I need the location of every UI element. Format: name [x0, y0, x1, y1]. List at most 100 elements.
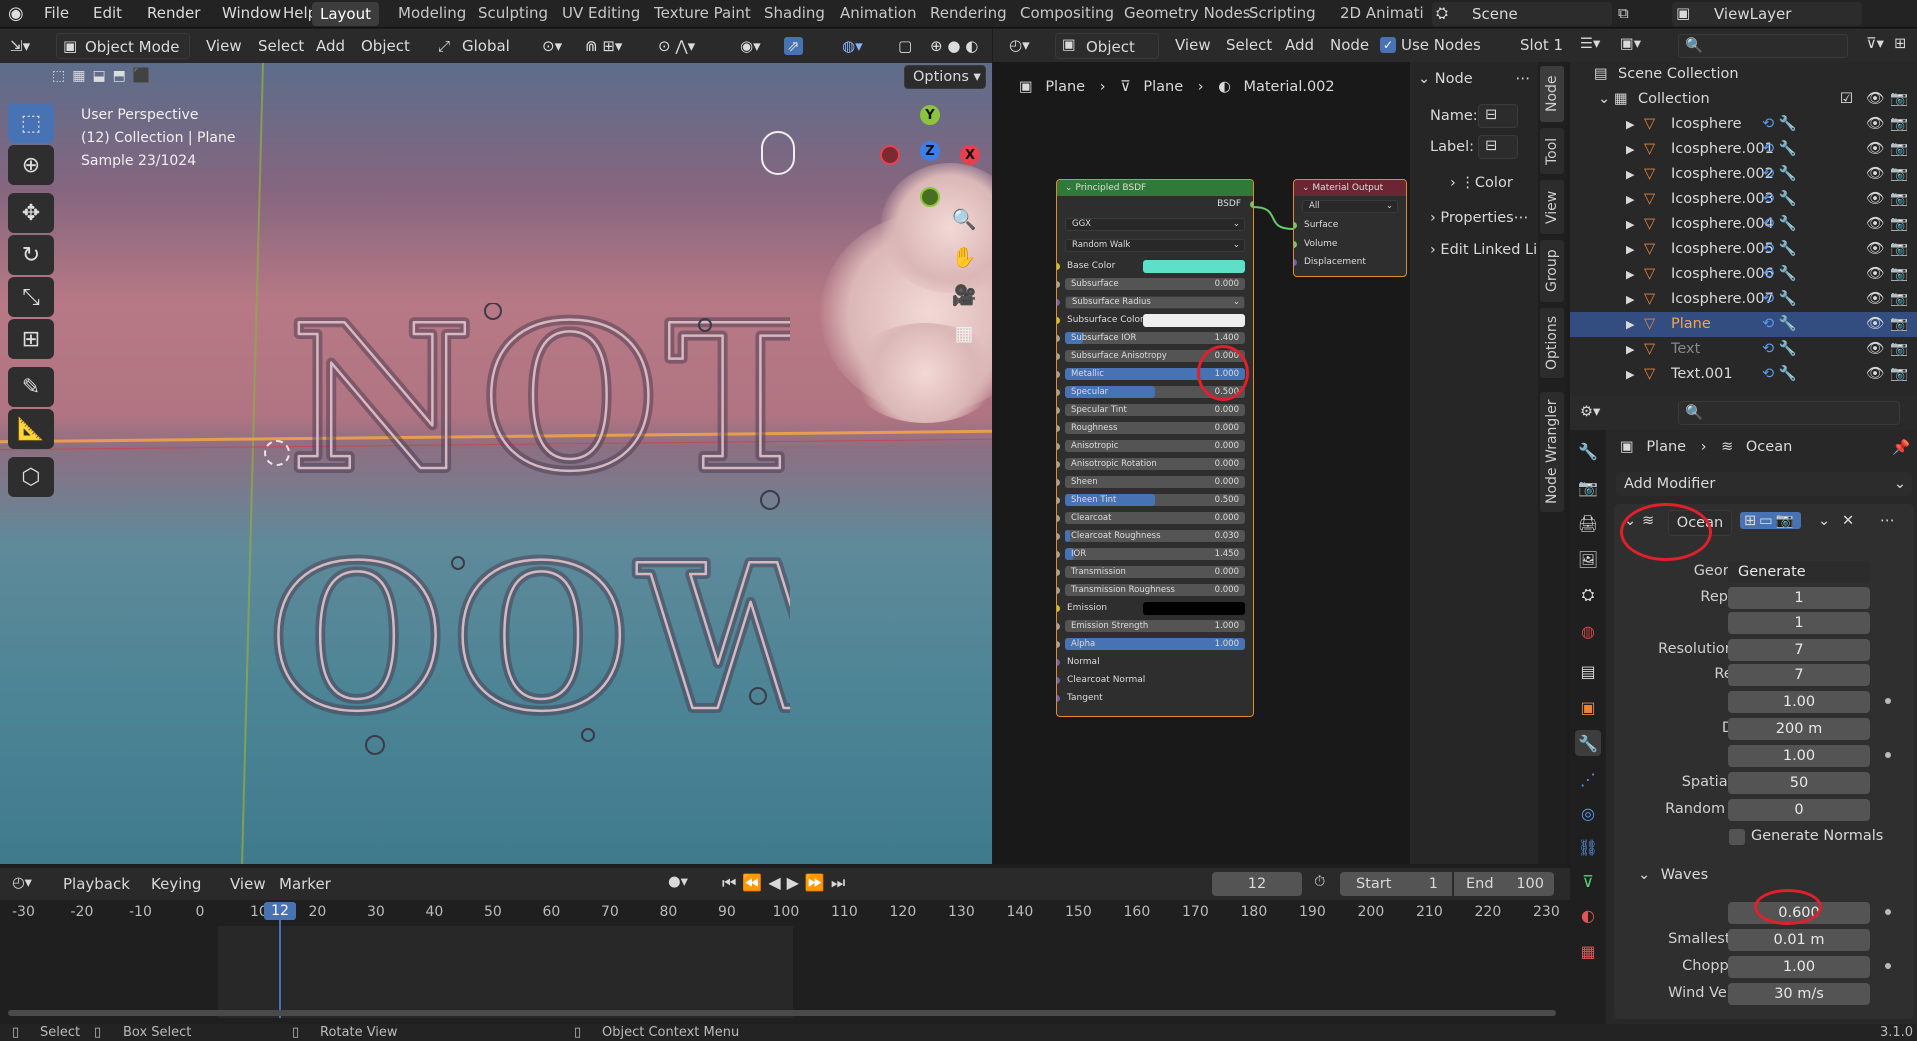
- outliner-item[interactable]: ▶ ▽ Plane ⟲ 🔧 👁 📷: [1570, 312, 1917, 337]
- zoom-icon[interactable]: 🔍: [948, 203, 980, 235]
- add-cube-tool[interactable]: ⬡: [8, 457, 54, 497]
- exclude-checkbox[interactable]: ☑: [1840, 87, 1853, 112]
- value-slider[interactable]: Anisotropic 0.000: [1065, 440, 1245, 452]
- timeline-menu-marker[interactable]: Marker: [279, 875, 331, 893]
- outliner[interactable]: ☰▾ ▣▾ 🔍 ⊽▾ ⊞ ▤ Scene Collection ⌄ ▦ Collect…: [1570, 29, 1917, 396]
- color-swatch[interactable]: [1143, 314, 1245, 327]
- current-frame-marker[interactable]: 12: [264, 902, 296, 920]
- chevron-right-icon[interactable]: ▶: [1626, 262, 1634, 287]
- chevron-right-icon[interactable]: ▶: [1626, 287, 1634, 312]
- modifier-menu-icon[interactable]: ⌄: [1818, 513, 1830, 529]
- start-frame-field[interactable]: Start 1: [1340, 872, 1452, 896]
- property-y[interactable]: Y1: [1620, 612, 1915, 634]
- chevron-right-icon[interactable]: ▶: [1626, 212, 1634, 237]
- eye-icon[interactable]: 👁: [1866, 212, 1884, 237]
- workspace-tab-shading[interactable]: Shading: [764, 4, 825, 22]
- bsdf-input-anisotropic-rotation[interactable]: Anisotropic Rotation 0.000: [1057, 457, 1253, 472]
- chevron-right-icon[interactable]: ▶: [1626, 137, 1634, 162]
- xray-icon[interactable]: ▢: [898, 37, 912, 55]
- collection-tab-icon[interactable]: ▤: [1575, 658, 1601, 684]
- value-slider[interactable]: Roughness 0.000: [1065, 422, 1245, 434]
- output-socket[interactable]: [1250, 201, 1253, 208]
- shader-node-editor[interactable]: ◴▾ ▣ Object View Select Add Node ✓ Use N…: [993, 29, 1570, 864]
- input-socket[interactable]: [1294, 259, 1297, 266]
- input-socket[interactable]: [1057, 353, 1060, 360]
- value-slider[interactable]: Specular Tint 0.000: [1065, 404, 1245, 416]
- subsurface-method-dropdown[interactable]: Random Walk ⌄: [1065, 239, 1245, 252]
- outliner-item[interactable]: ▶ ▽ Icosphere.007 ⟲ 🔧 👁 📷: [1570, 287, 1917, 312]
- property-value-field[interactable]: 1.00: [1728, 745, 1870, 767]
- eye-icon[interactable]: 👁: [1866, 187, 1884, 212]
- output-target-dropdown[interactable]: All ⌄: [1302, 200, 1398, 213]
- camera-render-icon[interactable]: 📷: [1890, 262, 1908, 287]
- pivot-icon[interactable]: ⊙▾: [542, 37, 562, 55]
- transform-tool[interactable]: ⊞: [8, 319, 54, 359]
- bsdf-input-normal[interactable]: Normal: [1057, 655, 1253, 670]
- world-tab-icon[interactable]: ◍: [1575, 618, 1601, 644]
- property-value-field[interactable]: 30 m/s: [1728, 983, 1870, 1005]
- value-slider[interactable]: Subsurface 0.000: [1065, 278, 1245, 290]
- property-spatial-size[interactable]: Spatial Size 50: [1620, 772, 1915, 794]
- camera-render-icon[interactable]: 📷: [1890, 87, 1908, 112]
- workspace-tab-geometry-nodes[interactable]: Geometry Nodes: [1124, 4, 1251, 22]
- bsdf-input-base-color[interactable]: Base Color: [1057, 259, 1253, 274]
- bsdf-input-transmission-roughness[interactable]: Transmission Roughness 0.000: [1057, 583, 1253, 598]
- value-slider[interactable]: Sheen Tint 0.500: [1065, 494, 1245, 506]
- distribution-dropdown[interactable]: GGX ⌄: [1065, 218, 1245, 231]
- bsdf-input-clearcoat-normal[interactable]: Clearcoat Normal: [1057, 673, 1253, 688]
- chevron-down-icon[interactable]: ⌄: [1598, 87, 1610, 112]
- display-mode-icon[interactable]: ▣▾: [1620, 36, 1641, 52]
- input-socket[interactable]: [1057, 605, 1060, 612]
- node-name-field[interactable]: ⊟: [1478, 104, 1518, 128]
- tab-node[interactable]: Node: [1540, 66, 1564, 122]
- bsdf-input-transmission[interactable]: Transmission 0.000: [1057, 565, 1253, 580]
- tool-tab-icon[interactable]: 🔧: [1575, 438, 1601, 464]
- workspace-tab-sculpting[interactable]: Sculpting: [478, 4, 548, 22]
- tab-node-wrangler[interactable]: Node Wrangler: [1540, 392, 1564, 512]
- measure-tool[interactable]: 📐: [8, 409, 54, 449]
- gizmo-x-axis[interactable]: X: [960, 145, 980, 165]
- input-socket[interactable]: [1057, 443, 1060, 450]
- chevron-right-icon[interactable]: ▶: [1626, 312, 1634, 337]
- property-geometry[interactable]: GeometryGenerate: [1620, 561, 1915, 583]
- tab-options[interactable]: Options: [1540, 308, 1564, 378]
- close-icon[interactable]: ✕: [1842, 513, 1854, 529]
- properties-panel[interactable]: › Properties⋯: [1430, 210, 1528, 226]
- value-slider[interactable]: Subsurface IOR 1.400: [1065, 332, 1245, 344]
- material-output-node[interactable]: ⌄ Material Output All ⌄ Surface Volume Di…: [1293, 179, 1407, 277]
- outliner-item[interactable]: ▶ ▽ Icosphere.001 ⟲ 🔧 👁 📷: [1570, 137, 1917, 162]
- viewport-menu-view[interactable]: View: [206, 37, 242, 55]
- outliner-item[interactable]: ▶ ▽ Icosphere.006 ⟲ 🔧 👁 📷: [1570, 262, 1917, 287]
- color-panel[interactable]: › ⋮Color: [1450, 175, 1513, 191]
- camera-render-icon[interactable]: 📷: [1890, 212, 1908, 237]
- value-slider[interactable]: Clearcoat 0.000: [1065, 512, 1245, 524]
- input-socket[interactable]: [1057, 497, 1060, 504]
- waves-subpanel[interactable]: ⌄ Waves: [1638, 867, 1708, 883]
- gizmo-toggle-icon[interactable]: ⇗: [784, 37, 803, 55]
- input-socket[interactable]: [1057, 371, 1060, 378]
- workspace-tab-uv-editing[interactable]: UV Editing: [562, 4, 640, 22]
- property-value-field[interactable]: 1.00: [1728, 691, 1870, 713]
- property-value-field[interactable]: 1: [1728, 612, 1870, 634]
- keyframe-dot-icon[interactable]: [1885, 698, 1891, 704]
- select-box-tool[interactable]: ⬚: [8, 103, 54, 143]
- camera-render-icon[interactable]: 📷: [1890, 287, 1908, 312]
- viewport-menu-object[interactable]: Object: [361, 37, 410, 55]
- material-slot-dropdown[interactable]: Slot 1: [1520, 36, 1563, 54]
- input-socket[interactable]: [1057, 533, 1060, 540]
- workspace-tab-layout[interactable]: Layout: [312, 2, 379, 26]
- color-swatch[interactable]: [1143, 602, 1245, 615]
- input-socket[interactable]: [1057, 515, 1060, 522]
- property-value-field[interactable]: 0.01 m: [1728, 929, 1870, 951]
- select-mode-buttons[interactable]: ⬚▦⬓⬒⬛: [52, 68, 170, 88]
- input-socket[interactable]: [1057, 425, 1060, 432]
- collection-row[interactable]: ⌄ ▦ Collection ☑ 👁 📷: [1570, 87, 1917, 112]
- bsdf-input-emission-strength[interactable]: Emission Strength 1.000: [1057, 619, 1253, 634]
- scene-collection-row[interactable]: ▤ Scene Collection: [1570, 62, 1917, 87]
- bsdf-input-subsurface-color[interactable]: Subsurface Color: [1057, 313, 1253, 328]
- input-socket[interactable]: [1057, 587, 1060, 594]
- gizmo-z-axis[interactable]: Z: [920, 141, 940, 161]
- workspace-tab-animation[interactable]: Animation: [840, 4, 916, 22]
- scene-selector[interactable]: ⛭ Scene ⧉: [1432, 2, 1629, 26]
- modifier-visibility-icons[interactable]: ⊞▭📷: [1740, 512, 1801, 529]
